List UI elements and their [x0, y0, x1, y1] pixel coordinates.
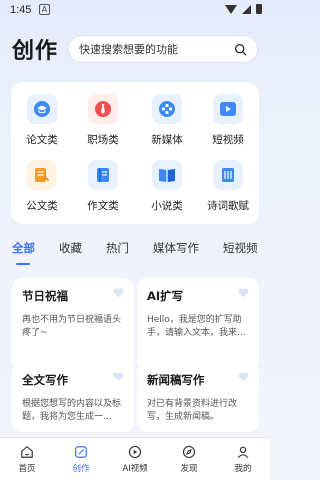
bottom-tab-bar: 首页 创作 AI视频 发现 我的 — [0, 437, 270, 480]
favorite-heart-icon[interactable] — [113, 288, 124, 298]
tabbar-ai-video[interactable]: AI视频 — [108, 438, 162, 480]
tabbar-label: 发现 — [180, 464, 198, 474]
category-workplace[interactable]: 职场类 — [75, 94, 131, 147]
notification-a-icon: A — [39, 4, 50, 15]
tab-short-video[interactable]: 短视频 — [223, 240, 258, 260]
tabbar-discover[interactable]: 发现 — [162, 438, 216, 480]
filter-tabs: 全部 收藏 热门 媒体写作 短视频 — [12, 240, 270, 260]
category-label: 论文类 — [26, 134, 58, 146]
search-icon[interactable] — [234, 43, 247, 56]
favorite-heart-icon[interactable] — [238, 288, 249, 298]
template-card-press-release[interactable]: 新闻稿写作 对已有背景资料进行改写，生成新闻稿。 — [137, 362, 259, 432]
tabbar-profile[interactable]: 我的 — [216, 438, 270, 480]
graduation-cap-icon — [27, 94, 57, 124]
status-time: 1:45 — [10, 4, 32, 16]
category-label: 新媒体 — [151, 134, 183, 146]
tabbar-create[interactable]: 创作 — [54, 438, 108, 480]
category-grid: 论文类 职场类 新媒体 短视频 公文类 作文类 小说类 诗词歌赋 — [11, 82, 259, 224]
page-title: 创作 — [12, 39, 59, 64]
category-poetry[interactable]: 诗词歌赋 — [200, 160, 256, 213]
card-description: Hello，我是您的扩写助手，请输入文本，我来... — [147, 315, 246, 338]
open-book-icon — [152, 160, 182, 190]
necktie-icon — [88, 94, 118, 124]
card-title: 新闻稿写作 — [147, 373, 205, 387]
tabbar-label: 我的 — [234, 464, 252, 474]
search-placeholder: 快速搜索想要的功能 — [79, 43, 179, 56]
tab-favorites[interactable]: 收藏 — [59, 240, 82, 260]
category-label: 职场类 — [87, 134, 119, 146]
favorite-heart-icon[interactable] — [113, 372, 124, 382]
template-card-holiday-greetings[interactable]: 节日祝福 再也不用为节日祝福语头疼了~ — [12, 278, 134, 370]
system-icons — [225, 4, 262, 14]
document-edit-icon — [27, 160, 57, 190]
card-description: 对已有背景资料进行改写，生成新闻稿。 — [147, 399, 238, 422]
category-new-media[interactable]: 新媒体 — [139, 94, 195, 147]
template-card-full-writing[interactable]: 全文写作 根据您想写的内容以及标题，我将为您生成一... — [12, 362, 134, 432]
notebook-icon — [88, 160, 118, 190]
card-title: 全文写作 — [22, 373, 68, 387]
category-novel[interactable]: 小说类 — [139, 160, 195, 213]
category-label: 小说类 — [151, 200, 183, 212]
card-description: 再也不用为节日祝福语头疼了~ — [22, 315, 122, 338]
create-icon — [75, 446, 87, 458]
card-description: 根据您想写的内容以及标题，我将为您生成一... — [22, 399, 122, 422]
category-label: 作文类 — [87, 200, 119, 212]
template-card-ai-expand[interactable]: AI扩写 Hello，我是您的扩写助手，请输入文本，我来... — [137, 278, 259, 370]
category-thesis[interactable]: 论文类 — [14, 94, 70, 147]
signal-icon — [242, 4, 251, 14]
card-title: AI扩写 — [147, 289, 184, 303]
compass-icon — [182, 445, 196, 459]
category-label: 短视频 — [212, 134, 244, 146]
status-bar: 1:45 A — [0, 0, 270, 20]
category-short-video[interactable]: 短视频 — [200, 94, 256, 147]
tabbar-home[interactable]: 首页 — [0, 438, 54, 480]
search-input[interactable]: 快速搜索想要的功能 — [68, 35, 258, 63]
tabbar-label: AI视频 — [122, 464, 148, 474]
poetry-book-icon — [213, 160, 243, 190]
tab-media-writing[interactable]: 媒体写作 — [153, 240, 199, 260]
card-title: 节日祝福 — [22, 289, 68, 303]
wifi-icon — [225, 4, 237, 14]
tab-all[interactable]: 全部 — [12, 240, 35, 260]
active-tab-indicator — [16, 263, 30, 265]
category-label: 诗词歌赋 — [207, 200, 249, 212]
header: 创作 快速搜索想要的功能 — [12, 32, 258, 66]
play-icon — [213, 94, 243, 124]
tabbar-label: 创作 — [72, 464, 90, 474]
category-official-docs[interactable]: 公文类 — [14, 160, 70, 213]
category-essay[interactable]: 作文类 — [75, 160, 131, 213]
category-label: 公文类 — [26, 200, 58, 212]
battery-icon — [256, 4, 262, 14]
profile-icon — [237, 446, 249, 459]
film-reel-icon — [152, 94, 182, 124]
home-icon — [21, 446, 33, 458]
tab-popular[interactable]: 热门 — [106, 240, 129, 260]
video-play-icon — [128, 445, 142, 459]
favorite-heart-icon[interactable] — [238, 372, 249, 382]
tabbar-label: 首页 — [18, 464, 36, 474]
